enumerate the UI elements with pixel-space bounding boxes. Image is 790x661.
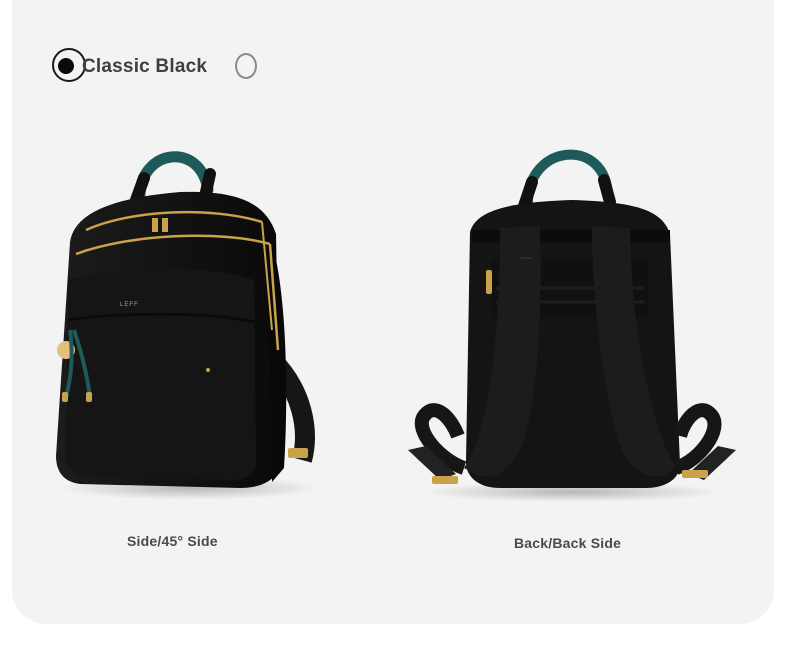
color-swatch-black-dot [58, 58, 74, 74]
color-swatch-alt[interactable] [235, 53, 257, 79]
color-swatch-label: Classic Black [82, 56, 208, 77]
caption-side-view: Side/45° Side [127, 533, 218, 549]
brand-mark: LEFF [120, 302, 139, 308]
caption-back-view: Back/Back Side [514, 535, 622, 551]
product-gallery: Classic Black LEFF Side/45° Side Back/Ba… [0, 0, 790, 661]
color-swatch-row: Classic Black [52, 48, 312, 84]
backpack-back-view-image [408, 149, 736, 502]
backpack-side-view-image: LEFF [56, 151, 320, 500]
